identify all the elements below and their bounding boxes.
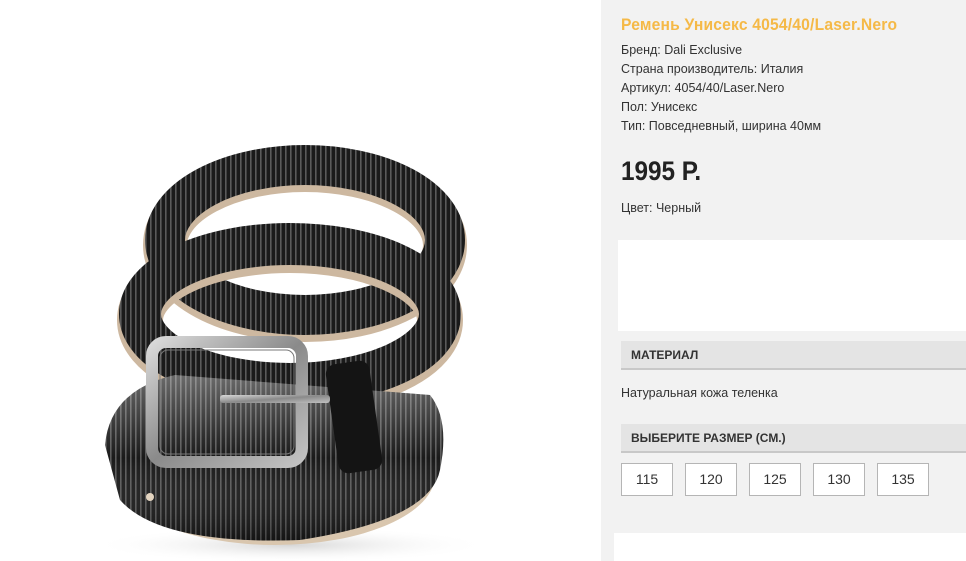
spec-label: Артикул: (621, 81, 672, 95)
spec-value: Dali Exclusive (664, 43, 743, 57)
spec-article: Артикул: 4054/40/Laser.Nero (621, 81, 784, 95)
spec-type: Тип: Повседневный, ширина 40мм (621, 119, 821, 133)
size-option-125[interactable]: 125 (749, 463, 801, 496)
price: 1995 Р. (621, 156, 702, 186)
size-option-130[interactable]: 130 (813, 463, 865, 496)
spec-value: 4054/40/Laser.Nero (674, 81, 785, 95)
spec-label: Бренд: (621, 43, 661, 57)
product-image[interactable] (0, 0, 601, 561)
product-title: Ремень Унисекс 4054/40/Laser.Nero (621, 15, 898, 34)
spec-brand: Бренд: Dali Exclusive (621, 43, 742, 57)
size-heading-label: ВЫБЕРИТЕ РАЗМЕР (СМ.) (631, 431, 786, 445)
color-info: Цвет: Черный (621, 201, 702, 215)
size-heading: ВЫБЕРИТЕ РАЗМЕР (СМ.) (621, 424, 966, 453)
spec-gender: Пол: Унисекс (621, 100, 697, 114)
empty-content-box (618, 240, 966, 331)
spec-country: Страна производитель: Италия (621, 62, 803, 76)
material-heading: МАТЕРИАЛ (621, 341, 966, 370)
size-option-115[interactable]: 115 (621, 463, 673, 496)
bottom-content-box (614, 533, 966, 561)
size-option-135[interactable]: 135 (877, 463, 929, 496)
size-option-120[interactable]: 120 (685, 463, 737, 496)
material-text: Натуральная кожа теленка (621, 386, 778, 400)
spec-value: Повседневный, ширина 40мм (648, 119, 822, 133)
spec-label: Пол: (621, 100, 648, 114)
belt-image (90, 145, 490, 561)
spec-value: Унисекс (650, 100, 698, 114)
product-info-panel: Ремень Унисекс 4054/40/Laser.Nero Бренд:… (601, 0, 966, 561)
spec-label: Страна производитель: (621, 62, 758, 76)
spec-label: Тип: (621, 119, 646, 133)
material-heading-label: МАТЕРИАЛ (631, 348, 699, 362)
spec-value: Италия (760, 62, 804, 76)
